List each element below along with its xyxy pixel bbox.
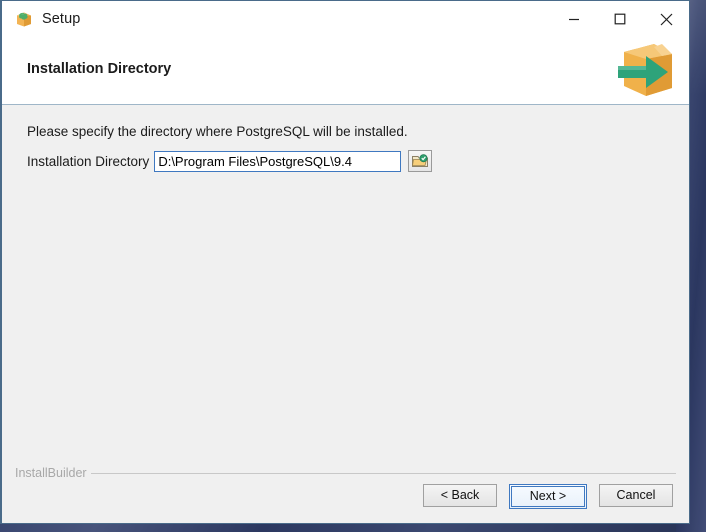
page-title: Installation Directory xyxy=(27,61,172,77)
intro-text: Please specify the directory where Postg… xyxy=(27,124,408,139)
installer-package-icon xyxy=(15,10,33,28)
dialog-buttons: < Back Next > Cancel xyxy=(423,484,673,509)
maximize-icon[interactable] xyxy=(597,1,643,37)
folder-browse-icon[interactable] xyxy=(408,150,433,172)
window-title: Setup xyxy=(42,11,81,27)
back-button[interactable]: < Back xyxy=(423,484,497,507)
orange-box-green-arrow-logo xyxy=(610,38,676,102)
next-button[interactable]: Next > xyxy=(509,484,587,509)
close-icon[interactable] xyxy=(643,1,689,37)
dialog-content: Please specify the directory where Postg… xyxy=(2,105,689,455)
dialog-footer: InstallBuilder < Back Next > Cancel xyxy=(2,455,689,523)
installation-directory-label: Installation Directory xyxy=(27,153,150,169)
installbuilder-brand: InstallBuilder xyxy=(15,466,87,480)
title-bar: Setup xyxy=(2,1,689,37)
minimize-icon[interactable] xyxy=(551,1,597,37)
installation-directory-input[interactable] xyxy=(154,150,402,172)
brand-row: InstallBuilder xyxy=(15,466,676,480)
installation-directory-row: Installation Directory xyxy=(27,150,433,172)
page-header: Installation Directory xyxy=(2,37,689,105)
setup-window: Setup Installation Directory Please spec… xyxy=(0,0,690,524)
cancel-button[interactable]: Cancel xyxy=(599,484,673,507)
footer-divider xyxy=(90,472,676,474)
window-controls xyxy=(551,1,689,37)
